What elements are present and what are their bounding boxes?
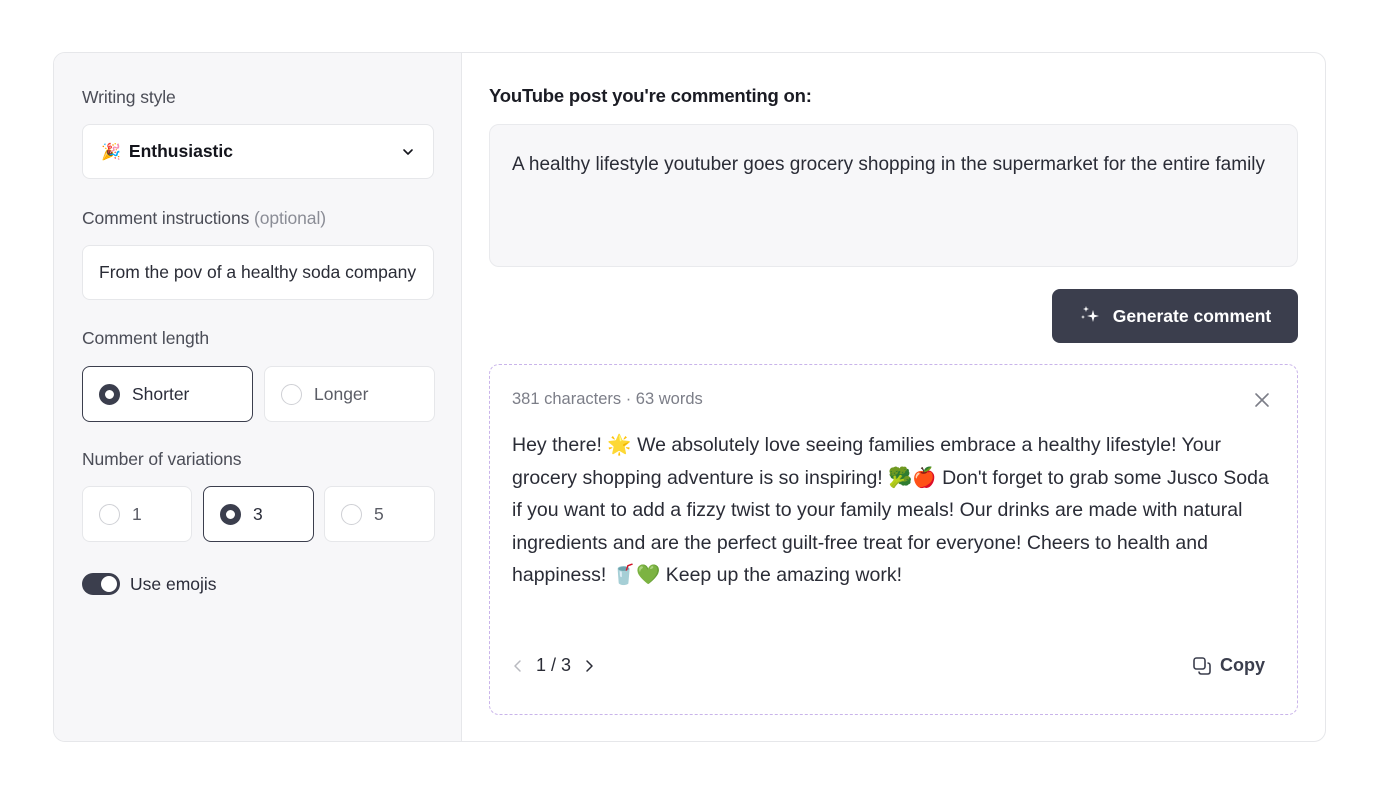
- sparkles-icon: [1080, 306, 1099, 322]
- use-emojis-toggle-row[interactable]: Use emojis: [82, 573, 217, 595]
- pager-position: 1 / 3: [536, 655, 572, 675]
- comment-generator-card: Writing style 🎉 Enthusiastic Comment ins…: [53, 52, 1326, 742]
- length-option-longer[interactable]: Longer: [264, 366, 435, 422]
- use-emojis-toggle[interactable]: [82, 573, 120, 595]
- use-emojis-label: Use emojis: [130, 573, 217, 594]
- generated-comment-text: Hey there! 🌟 We absolutely love seeing f…: [512, 434, 1269, 586]
- settings-sidebar: Writing style 🎉 Enthusiastic Comment ins…: [54, 53, 462, 741]
- chevron-down-icon: [403, 148, 413, 155]
- comment-instructions-input[interactable]: [82, 245, 434, 300]
- toggle-knob: [101, 576, 117, 592]
- length-option-label: Shorter: [132, 383, 190, 404]
- writing-style-select[interactable]: 🎉 Enthusiastic: [82, 124, 434, 179]
- comment-length-label: Comment length: [82, 328, 209, 348]
- variation-option-label: 3: [253, 503, 263, 524]
- radio-selected-icon: [220, 503, 241, 525]
- generate-comment-label: Generate comment: [1112, 305, 1272, 326]
- comment-instructions-label: Comment instructions (optional): [82, 208, 326, 229]
- writing-style-value: Enthusiastic: [128, 141, 233, 161]
- variation-option-3[interactable]: 3: [203, 486, 314, 542]
- radio-selected-icon: [99, 383, 120, 405]
- party-popper-icon: 🎉: [101, 143, 121, 161]
- variation-option-1[interactable]: 1: [82, 486, 192, 542]
- post-description-textarea[interactable]: A healthy lifestyle youtuber goes grocer…: [489, 124, 1298, 267]
- close-icon[interactable]: [1253, 391, 1271, 409]
- comment-instructions-label-text: Comment instructions: [82, 208, 250, 228]
- variation-pager: 1 / 3: [512, 655, 595, 676]
- copy-label: Copy: [1220, 655, 1265, 675]
- variation-option-label: 5: [374, 503, 384, 524]
- generate-comment-button[interactable]: Generate comment: [1052, 289, 1298, 343]
- post-title: YouTube post you're commenting on:: [489, 85, 812, 106]
- radio-unselected-icon: [281, 383, 302, 405]
- writing-style-label: Writing style: [82, 87, 176, 107]
- variation-option-5[interactable]: 5: [324, 486, 435, 542]
- optional-hint: (optional): [254, 208, 326, 228]
- copy-button[interactable]: Copy: [1192, 655, 1265, 676]
- generated-comment-card: 381 characters · 63 words Hey there! 🌟 W…: [489, 364, 1298, 715]
- length-option-label: Longer: [314, 383, 369, 404]
- copy-icon: [1193, 656, 1211, 675]
- variations-label: Number of variations: [82, 449, 242, 469]
- comment-stats: 381 characters · 63 words: [512, 390, 703, 408]
- length-option-shorter[interactable]: Shorter: [82, 366, 253, 422]
- variation-option-label: 1: [132, 503, 142, 524]
- chevron-right-icon[interactable]: [583, 659, 595, 673]
- radio-unselected-icon: [341, 503, 362, 525]
- main-panel: YouTube post you're commenting on: A hea…: [462, 53, 1325, 741]
- radio-unselected-icon: [99, 503, 120, 525]
- chevron-left-icon[interactable]: [512, 659, 524, 673]
